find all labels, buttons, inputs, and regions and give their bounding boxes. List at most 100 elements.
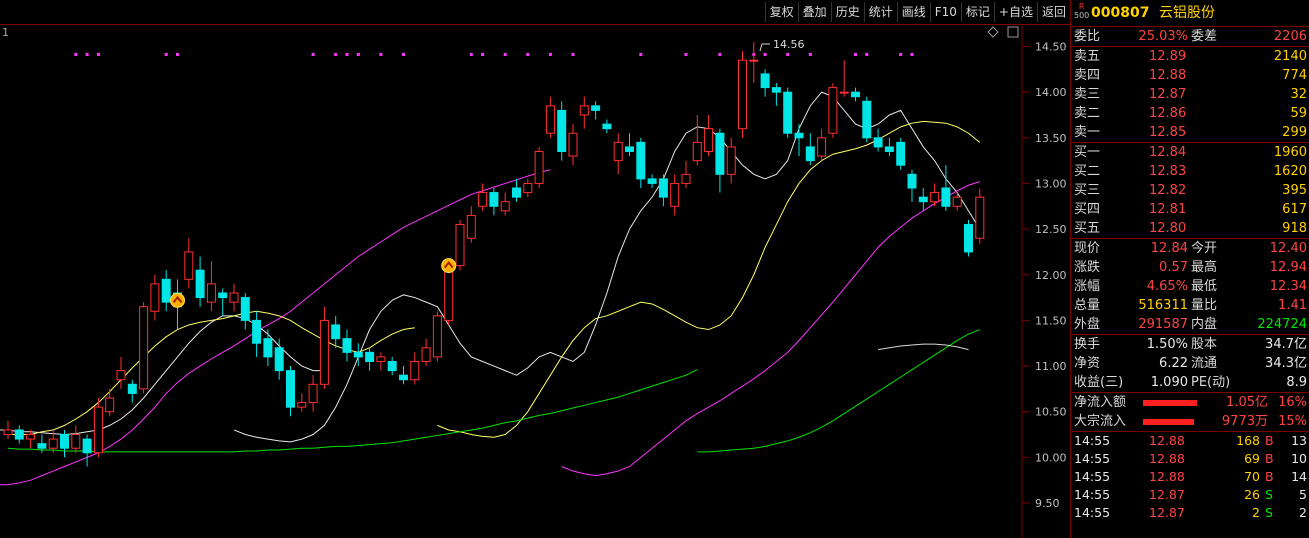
- candle-body: [3, 429, 13, 436]
- bids-price: 12.84: [1149, 145, 1187, 160]
- candle-body: [105, 397, 115, 413]
- diamond-icon[interactable]: [987, 26, 999, 38]
- maximize-icon[interactable]: [1007, 26, 1019, 38]
- candle-body: [161, 278, 171, 303]
- kline-chart[interactable]: 14.50 14.00 13.50 13.00 12.50 12.00 11.50 11.00…: [0, 24, 1070, 538]
- candle-body: [274, 347, 284, 372]
- tick-time: 14:55: [1074, 433, 1111, 448]
- tick-row: 14:55 12.87 2 S 2: [1071, 504, 1309, 522]
- tick-volume: 2: [1252, 505, 1260, 520]
- tick-side: B: [1265, 433, 1274, 448]
- bids-level-label: 买五: [1074, 221, 1101, 236]
- candle-body: [432, 315, 442, 358]
- signal-dot: [481, 53, 485, 56]
- quote-label: 内盘: [1191, 317, 1218, 332]
- asks-row[interactable]: 卖四 12.88 774: [1071, 66, 1309, 85]
- candle-body: [195, 269, 205, 299]
- toolbar-stats-button[interactable]: 统计: [863, 2, 897, 22]
- toolbar-f10-button[interactable]: F10: [929, 2, 961, 22]
- candle-body: [613, 141, 623, 162]
- candle-body: [907, 173, 917, 189]
- signal-dot: [176, 53, 179, 56]
- candle-body: [658, 178, 668, 198]
- quote-value: 12.34: [1269, 279, 1307, 294]
- bids-volume: 617: [1282, 202, 1307, 217]
- candle-body: [851, 91, 860, 98]
- toolbar-back-button[interactable]: 返回: [1036, 2, 1070, 22]
- asks-row[interactable]: 卖五 12.89 2140: [1071, 47, 1309, 66]
- candle-body: [71, 434, 81, 449]
- toolbar-fuquan-button[interactable]: 复权: [764, 2, 798, 22]
- tick-row: 14:55 12.88 70 B 14: [1071, 468, 1309, 486]
- candle-body: [252, 319, 262, 344]
- toolbar-history-button[interactable]: 历史: [830, 2, 864, 22]
- candle-body: [862, 100, 872, 139]
- money-flow: 净流入额 1.05亿 16% 大宗流入 9773万 15%: [1071, 393, 1309, 432]
- fund-value: 8.9: [1286, 375, 1307, 390]
- bids-row[interactable]: 买二 12.83 1620: [1071, 162, 1309, 181]
- signal-dot: [85, 53, 89, 56]
- flow-bar: [1143, 400, 1197, 406]
- order-diff-value: 2206: [1273, 29, 1307, 44]
- flow-value: 9773万: [1221, 414, 1268, 429]
- candle-body: [670, 182, 680, 207]
- candle-body: [331, 324, 341, 340]
- candle-body: [523, 182, 533, 194]
- candle-body: [60, 434, 69, 449]
- bids-price: 12.80: [1149, 221, 1187, 236]
- candle-body: [263, 338, 273, 358]
- candle-body: [466, 214, 476, 239]
- quote-value: 12.84: [1150, 241, 1188, 256]
- toolbar-mark-button[interactable]: 标记: [960, 2, 994, 22]
- quote-row: 涨跌 0.57 最高 12.94: [1071, 258, 1309, 277]
- candle-body: [636, 141, 646, 180]
- fund-label: PE(动): [1191, 375, 1231, 390]
- stock-name[interactable]: 云铝股份: [1159, 0, 1215, 26]
- tick-volume: 168: [1236, 433, 1260, 448]
- asks-level-label: 卖三: [1074, 87, 1101, 102]
- bids-row[interactable]: 买一 12.84 1960: [1071, 143, 1309, 162]
- signal-dot: [763, 53, 767, 56]
- candle-body: [376, 356, 386, 362]
- candle-body: [82, 438, 92, 454]
- y-tick-label: 10.00: [1035, 451, 1067, 464]
- asks-volume: 2140: [1273, 49, 1307, 64]
- candle-body: [93, 406, 103, 454]
- asks-row[interactable]: 卖三 12.87 32: [1071, 85, 1309, 104]
- bids-row[interactable]: 买三 12.82 395: [1071, 181, 1309, 200]
- bids-volume: 1620: [1273, 164, 1307, 179]
- signal-dot: [96, 53, 100, 56]
- candle-body: [964, 224, 973, 253]
- signal-dot: [379, 53, 383, 56]
- candle-body: [308, 383, 318, 404]
- stock-header: R 500 000807 云铝股份: [1071, 0, 1309, 27]
- chart-header-bar: 复权 叠加 历史 统计 画线 F10 标记 +自选 返回: [0, 0, 1070, 25]
- bids-row[interactable]: 买五 12.80 918: [1071, 219, 1309, 238]
- quote-label: 总量: [1074, 298, 1101, 313]
- candle-body: [952, 196, 962, 207]
- y-tick-label: 12.00: [1035, 269, 1067, 282]
- stock-code[interactable]: 000807: [1091, 0, 1149, 26]
- ma-long-line: [878, 343, 969, 351]
- candle-body: [512, 187, 521, 198]
- tick-count: 14: [1291, 469, 1307, 484]
- y-tick-label: 9.50: [1035, 497, 1060, 510]
- fund-value: 34.3亿: [1265, 356, 1307, 371]
- tick-side: S: [1265, 487, 1273, 502]
- toolbar-overlay-button[interactable]: 叠加: [797, 2, 831, 22]
- asks-row[interactable]: 卖二 12.86 59: [1071, 104, 1309, 123]
- candle-body: [500, 201, 510, 212]
- tick-count: 5: [1299, 487, 1307, 502]
- bids-level-label: 买四: [1074, 202, 1101, 217]
- y-tick-label: 14.50: [1035, 41, 1067, 54]
- bids-row[interactable]: 买四 12.81 617: [1071, 200, 1309, 219]
- ma10-line: [8, 310, 415, 436]
- asks-row[interactable]: 卖一 12.85 299: [1071, 123, 1309, 142]
- candle-body: [941, 187, 951, 207]
- toolbar-draw-button[interactable]: 画线: [896, 2, 930, 22]
- candle-body: [749, 59, 759, 62]
- candle-body: [692, 141, 702, 162]
- tick-count: 13: [1291, 433, 1307, 448]
- candle-body: [116, 370, 126, 381]
- toolbar-add-watchlist-button[interactable]: +自选: [993, 2, 1037, 22]
